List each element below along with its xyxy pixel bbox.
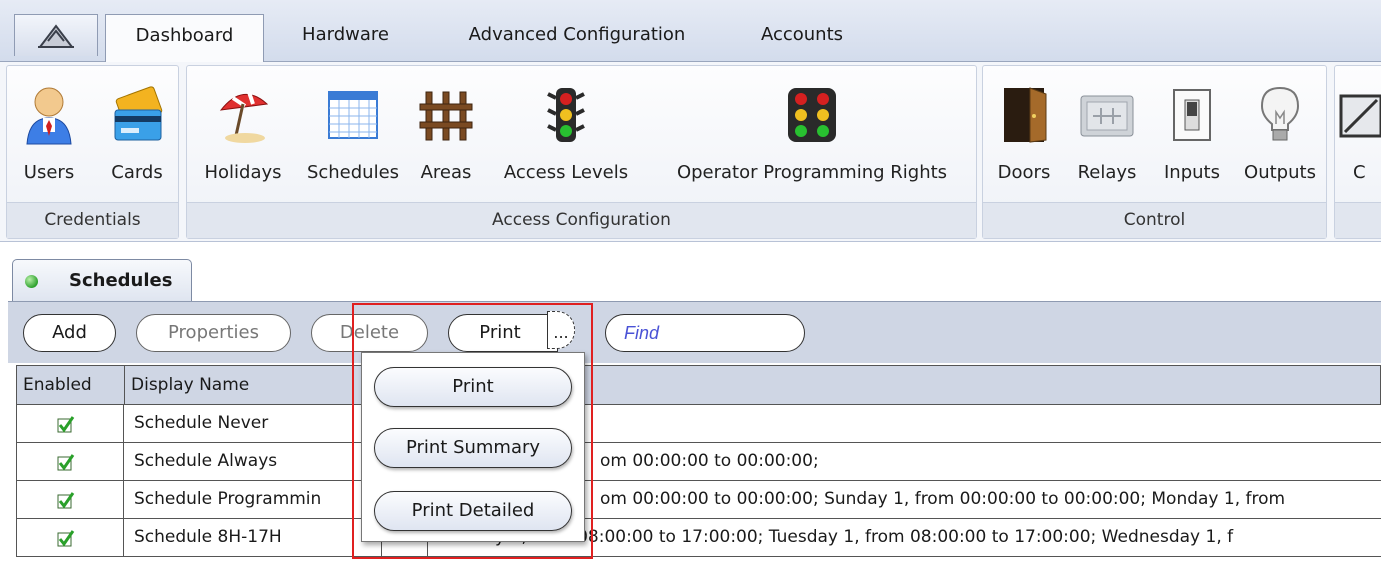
ribbon-group-partial: C (1334, 65, 1381, 239)
lightbulb-icon (1260, 86, 1300, 141)
switch-icon (1173, 89, 1211, 141)
relays-label: Relays (1077, 162, 1137, 183)
camera-icon (1339, 94, 1381, 138)
menu-bar: Dashboard Hardware Advanced Configuratio… (0, 0, 1381, 63)
inputs-label: Inputs (1164, 162, 1220, 183)
cards-label: Cards (111, 162, 163, 183)
print-detailed-menu-item[interactable]: Print Detailed (374, 491, 572, 531)
find-input[interactable] (605, 314, 805, 352)
fence-icon (419, 91, 473, 141)
group-label-credentials: Credentials (7, 202, 178, 238)
calendar-icon (328, 91, 378, 139)
beach-umbrella-icon (219, 91, 269, 143)
app-menu-button[interactable] (14, 14, 98, 56)
group-label-partial (1335, 202, 1381, 238)
properties-button[interactable]: Properties (136, 314, 291, 352)
access-levels-label: Access Levels (503, 162, 629, 183)
tab-hardware[interactable]: Hardware (278, 14, 413, 62)
ribbon: Users Cards Credentials Holidays Schedul… (0, 62, 1381, 242)
enabled-cell (17, 519, 124, 556)
table-row[interactable]: Schedule Programmin om 00:00:00 to 00:00… (16, 481, 1381, 519)
operator-programming-rights-label: Operator Programming Rights (676, 162, 948, 183)
add-button[interactable]: Add (23, 314, 116, 352)
holidays-label: Holidays (204, 162, 282, 183)
door-icon (1004, 87, 1047, 143)
user-icon (26, 87, 72, 145)
operator-programming-rights-button[interactable]: Operator Programming Rights (653, 78, 971, 188)
print-menu-item[interactable]: Print (374, 367, 572, 407)
relay-icon (1080, 95, 1134, 137)
tab-advanced-configuration[interactable]: Advanced Configuration (436, 14, 718, 62)
card-icon (114, 86, 163, 141)
partial-ribbon-button[interactable]: C (1339, 78, 1381, 188)
doors-label: Doors (997, 162, 1051, 183)
display-name-cell: Schedule Always (124, 443, 382, 480)
users-button[interactable]: Users (13, 78, 85, 188)
cards-button[interactable]: Cards (101, 78, 173, 188)
doc-tab-title: Schedules (69, 270, 173, 291)
app-logo-icon (37, 23, 75, 48)
column-header-display-name[interactable]: Display Name (125, 366, 383, 404)
schedules-button[interactable]: Schedules (299, 78, 407, 188)
enabled-cell (17, 443, 124, 480)
double-traffic-light-icon (788, 88, 836, 142)
doors-button[interactable]: Doors (987, 78, 1061, 188)
print-dropdown-menu: Print Print Summary Print Detailed (361, 352, 585, 542)
status-dot-icon (25, 275, 38, 288)
document-area: Schedules Add Properties Delete Print En… (0, 243, 1381, 571)
group-label-control: Control (983, 202, 1326, 238)
tab-dashboard[interactable]: Dashboard (105, 14, 264, 63)
table-row[interactable]: Schedule Never (16, 405, 1381, 443)
areas-button[interactable]: Areas (415, 78, 477, 188)
enabled-cell (17, 405, 124, 442)
checkbox-checked-icon[interactable] (57, 453, 75, 471)
column-header-enabled[interactable]: Enabled (17, 366, 125, 404)
enabled-cell (17, 481, 124, 518)
relays-button[interactable]: Relays (1067, 78, 1147, 188)
checkbox-checked-icon[interactable] (57, 415, 75, 433)
holidays-button[interactable]: Holidays (195, 78, 291, 188)
schedules-label: Schedules (306, 162, 400, 183)
table-row[interactable]: Schedule 8H-17H 4 Monday 1, from 08:00:0… (16, 519, 1381, 557)
tab-accounts[interactable]: Accounts (740, 14, 864, 62)
print-button[interactable]: Print (448, 314, 558, 352)
delete-button[interactable]: Delete (311, 314, 428, 352)
inputs-button[interactable]: Inputs (1153, 78, 1231, 188)
tab-schedules[interactable]: Schedules (12, 259, 192, 301)
group-label-access-configuration: Access Configuration (187, 202, 976, 238)
outputs-button[interactable]: Outputs (1237, 78, 1323, 188)
traffic-light-icon (547, 88, 585, 142)
users-label: Users (23, 162, 75, 183)
display-name-cell: Schedule Programmin (124, 481, 382, 518)
outputs-label: Outputs (1244, 162, 1316, 183)
ribbon-group-access-configuration: Holidays Schedules Areas Access Levels O… (186, 65, 977, 239)
print-summary-menu-item[interactable]: Print Summary (374, 428, 572, 468)
access-levels-button[interactable]: Access Levels (487, 78, 645, 188)
schedules-toolbar: Add Properties Delete Print (8, 301, 1381, 363)
checkbox-checked-icon[interactable] (57, 529, 75, 547)
areas-label: Areas (420, 162, 472, 183)
ribbon-group-control: Doors Relays Inputs Outputs Control (982, 65, 1327, 239)
table-row[interactable]: Schedule Always om 00:00:00 to 00:00:00; (16, 443, 1381, 481)
checkbox-checked-icon[interactable] (57, 491, 75, 509)
partial-ribbon-label: C (1353, 162, 1366, 183)
display-name-cell: Schedule Never (124, 405, 382, 442)
display-name-cell: Schedule 8H-17H (124, 519, 382, 556)
ribbon-group-credentials: Users Cards Credentials (6, 65, 179, 239)
table-header: Enabled Display Name (16, 365, 1381, 405)
